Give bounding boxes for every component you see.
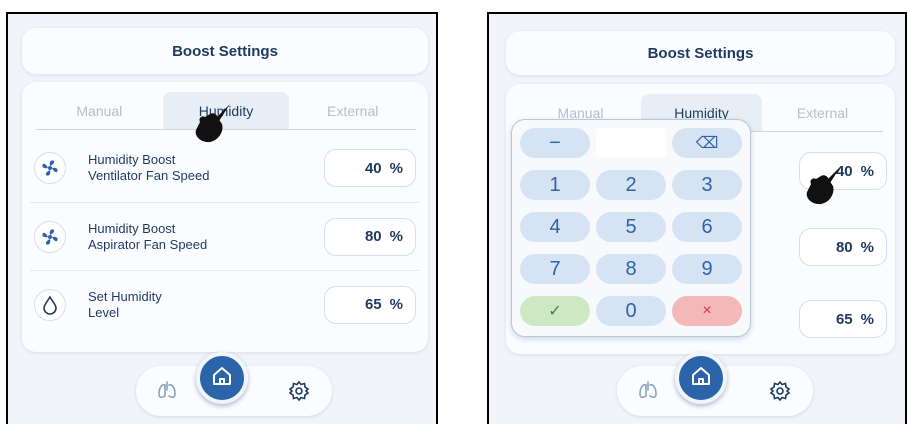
tab-external[interactable]: External: [289, 92, 416, 129]
unit-text: %: [389, 159, 403, 177]
digit-key[interactable]: 3: [672, 170, 742, 200]
digit-key[interactable]: 8: [596, 254, 666, 284]
setting-label: Humidity Boost Aspirator Fan Speed: [88, 221, 324, 253]
setting-label: Humidity Boost Ventilator Fan Speed: [88, 152, 324, 184]
unit-text: %: [389, 228, 403, 245]
numeric-keypad: − ⌫ 1 2 3 4 5 6 7 8 9 ✓ 0 ×: [511, 119, 751, 337]
setting-label-line2: Aspirator Fan Speed: [88, 236, 208, 252]
setting-label: Set Humidity Level: [88, 289, 324, 321]
home-icon: [211, 365, 233, 392]
gear-icon[interactable]: [286, 378, 312, 404]
fan-icon: [34, 220, 66, 253]
digit-key[interactable]: 6: [672, 212, 742, 242]
close-icon: ×: [702, 302, 712, 319]
setting-label-line2: Level: [88, 304, 120, 320]
humidity-level-input[interactable]: 65%: [324, 285, 416, 324]
ventilator-fan-speed-input[interactable]: 40%: [324, 149, 416, 187]
setting-label-line1: Humidity Boost: [88, 152, 176, 167]
digit-key[interactable]: 0: [596, 296, 666, 326]
gear-icon[interactable]: [767, 378, 793, 404]
page-title: Boost Settings: [22, 28, 428, 74]
digit-key[interactable]: 2: [596, 170, 666, 200]
droplet-icon: [34, 288, 66, 321]
unit-text: %: [389, 296, 403, 313]
value-text: 80: [364, 228, 382, 245]
backspace-key[interactable]: ⌫: [672, 128, 742, 158]
page-title: Boost Settings: [506, 31, 895, 75]
setting-row-aspirator-fan: Humidity Boost Aspirator Fan Speed 80%: [30, 202, 420, 270]
digit-key[interactable]: 5: [596, 212, 666, 242]
pointer-hand-icon: [190, 102, 232, 146]
setting-label-line1: Humidity Boost: [88, 220, 176, 236]
lungs-icon[interactable]: [635, 378, 661, 404]
right-screen: Boost Settings Manual Humidity External …: [487, 12, 907, 424]
value-text: 80: [835, 238, 853, 256]
value-text: 65: [364, 296, 382, 313]
home-button[interactable]: [196, 352, 248, 404]
tab-manual[interactable]: Manual: [36, 92, 163, 129]
value-text: 40: [364, 159, 382, 177]
unit-text: %: [860, 310, 874, 328]
aspirator-fan-speed-input[interactable]: 80%: [324, 217, 416, 256]
setting-label-line1: Set Humidity: [88, 288, 162, 304]
check-icon: ✓: [548, 303, 562, 320]
left-screen: Boost Settings Manual Humidity External …: [6, 12, 438, 424]
backspace-icon: ⌫: [695, 135, 719, 152]
setting-label-line2: Ventilator Fan Speed: [88, 168, 210, 183]
home-button[interactable]: [675, 352, 727, 404]
unit-text: %: [860, 238, 874, 256]
value-text: 65: [835, 310, 853, 328]
digit-key[interactable]: 9: [672, 254, 742, 284]
humidity-level-input[interactable]: 65%: [799, 300, 887, 338]
digit-key[interactable]: 1: [520, 170, 590, 200]
keypad-display: [596, 128, 666, 158]
aspirator-fan-speed-input[interactable]: 80%: [799, 228, 887, 266]
tab-external[interactable]: External: [762, 94, 883, 131]
lungs-icon[interactable]: [154, 378, 180, 404]
confirm-key[interactable]: ✓: [520, 296, 590, 326]
fan-icon: [34, 152, 66, 184]
minus-key[interactable]: −: [520, 128, 590, 158]
digit-key[interactable]: 4: [520, 212, 590, 242]
cancel-key[interactable]: ×: [672, 296, 742, 326]
digit-key[interactable]: 7: [520, 254, 590, 284]
unit-text: %: [860, 162, 874, 180]
home-icon: [690, 365, 712, 392]
setting-row-humidity-level: Set Humidity Level 65%: [30, 270, 420, 338]
pointer-hand-icon: [801, 164, 843, 208]
